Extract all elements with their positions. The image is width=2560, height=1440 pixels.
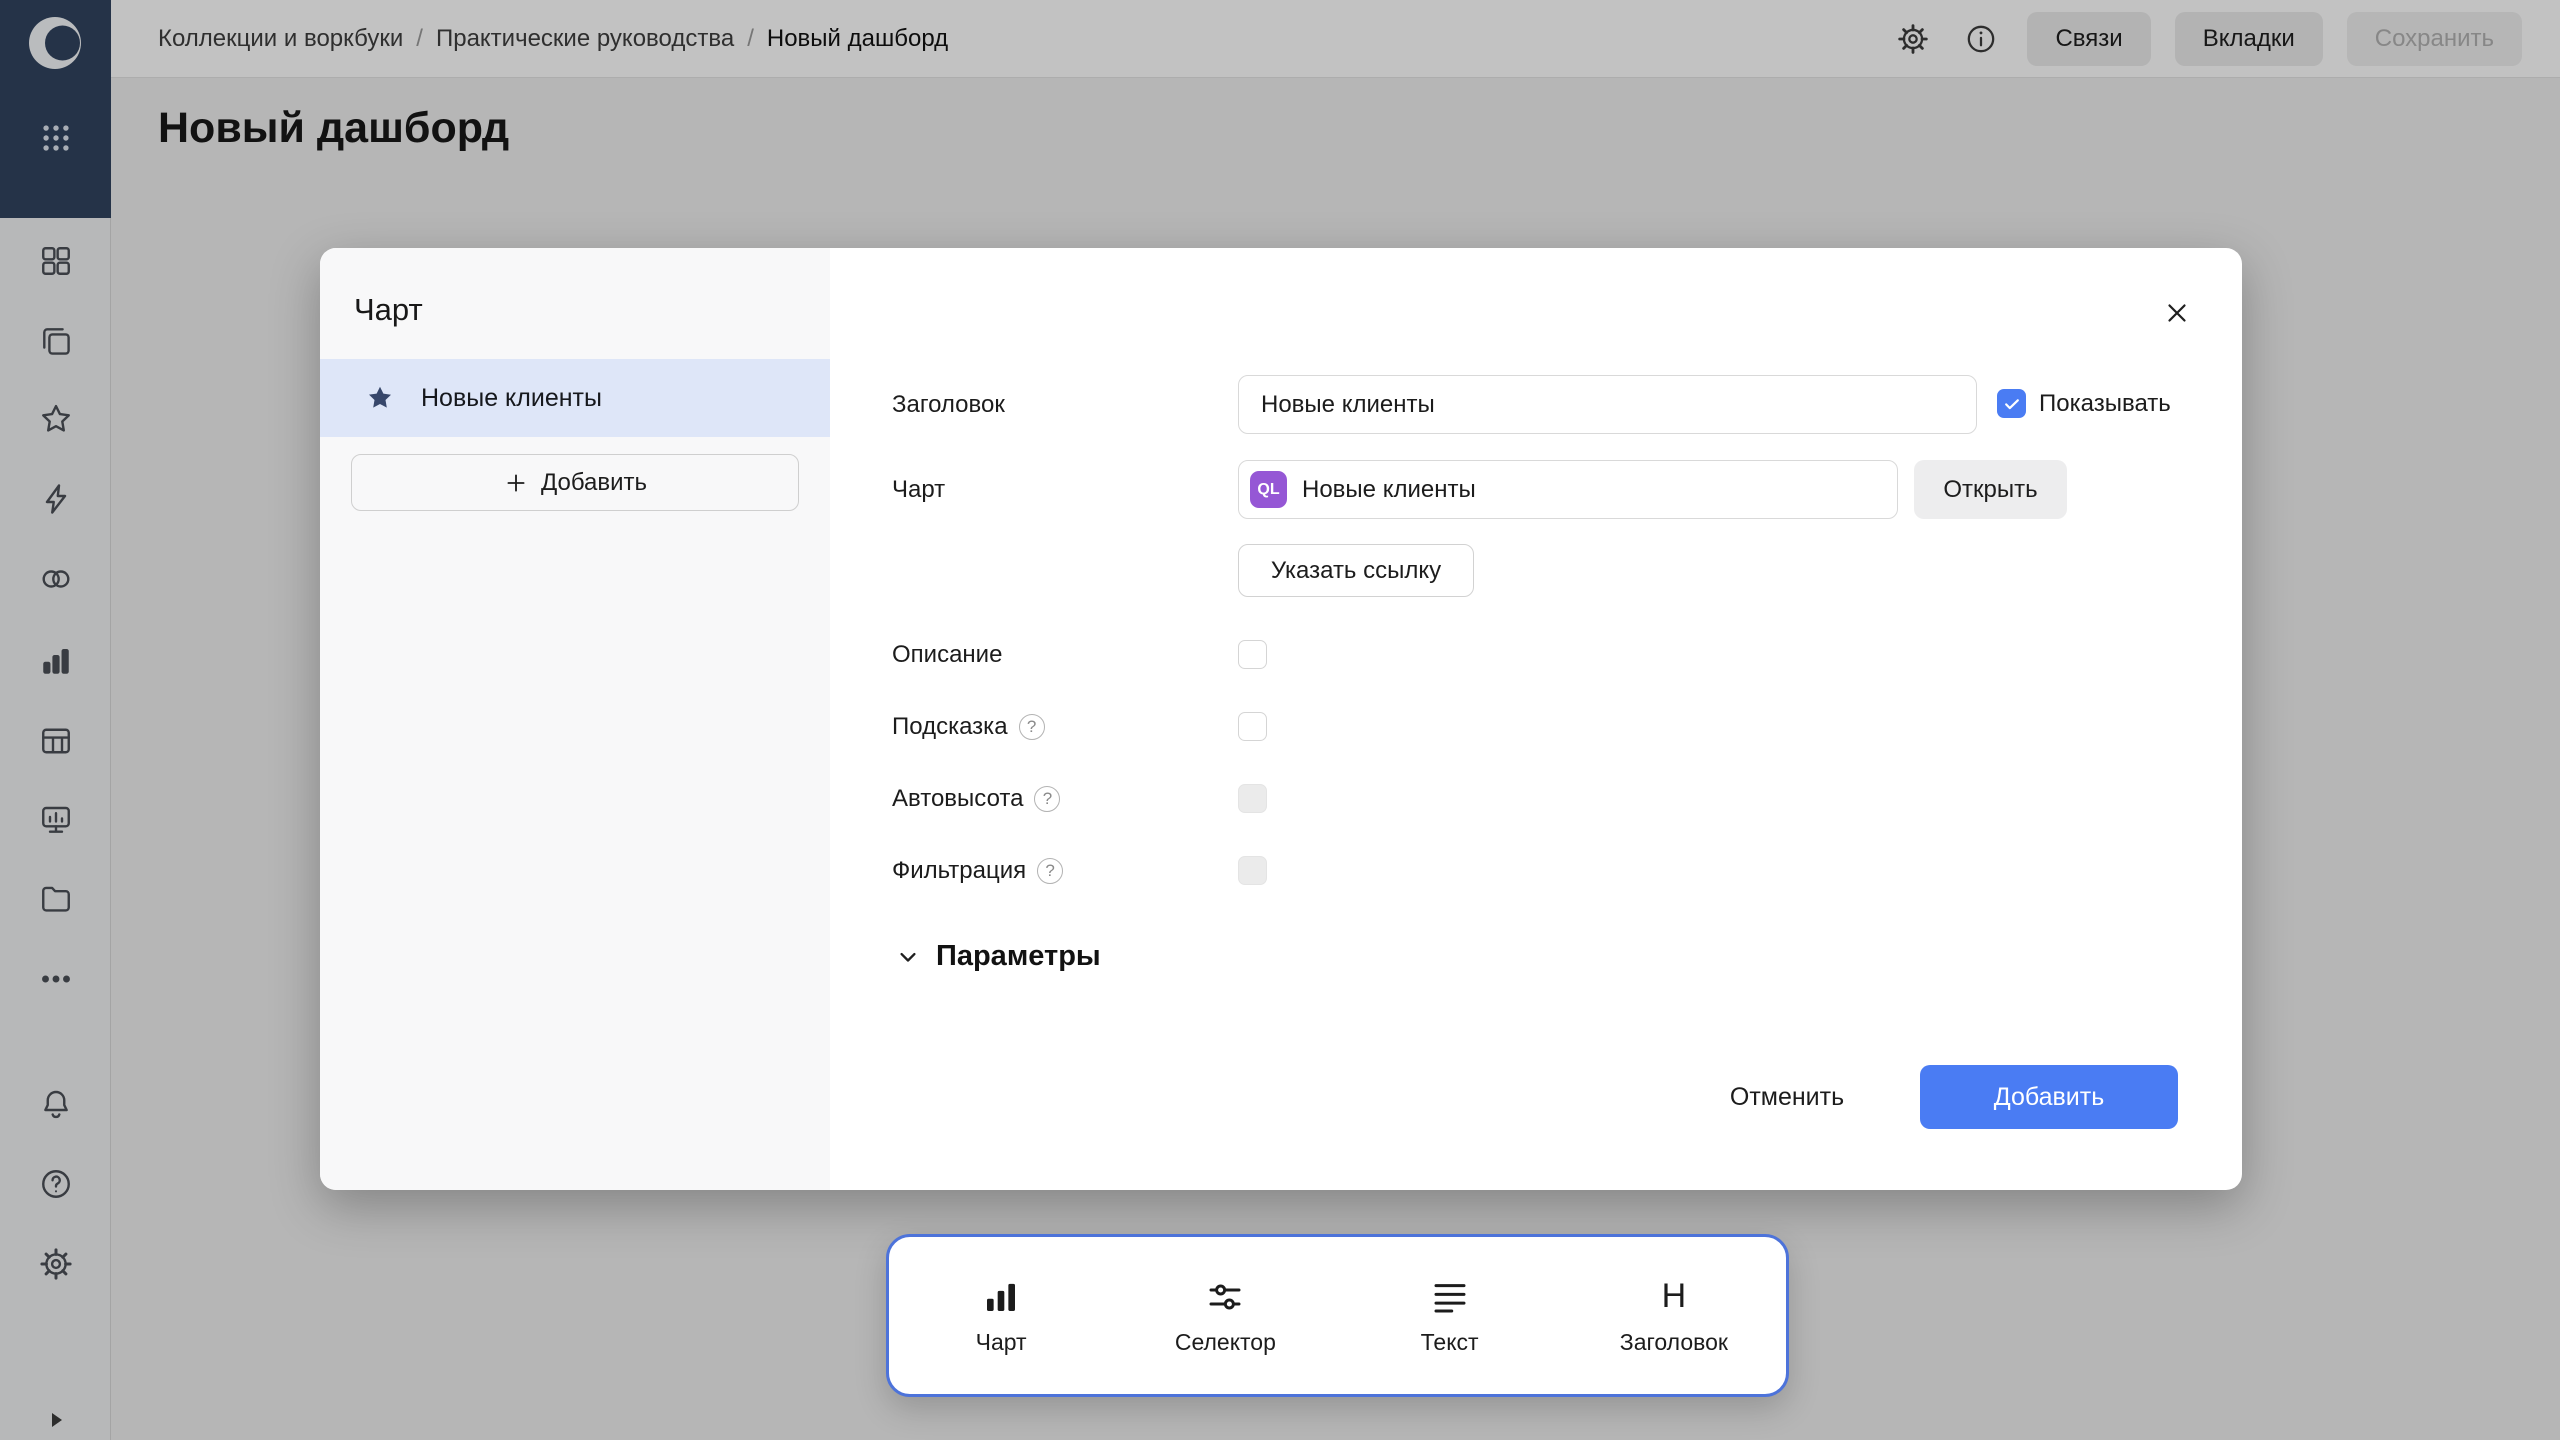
title-input[interactable] [1238,375,1977,434]
toolbar-item-text[interactable]: Текст [1338,1237,1562,1394]
description-label: Описание [892,638,1002,672]
show-title-checkbox[interactable] [1997,389,2026,418]
plus-icon [503,470,529,496]
add-widget-button[interactable]: Добавить [1920,1065,2178,1129]
dialog-title: Чарт [354,292,423,328]
chart-select-value: Новые клиенты [1302,476,1476,504]
show-title-control: Показывать [1997,389,2171,418]
chart-select-field[interactable]: QL Новые клиенты [1238,460,1898,519]
toolbar-item-chart[interactable]: Чарт [889,1237,1113,1394]
params-section-toggle[interactable]: Параметры [894,940,1101,973]
filtering-label: Фильтрация ? [892,854,1063,888]
widget-toolbar: Чарт Селектор Текст H Заголовок [886,1234,1789,1397]
hint-question-icon[interactable]: ? [1019,714,1045,740]
cancel-button[interactable]: Отменить [1694,1065,1880,1129]
description-checkbox[interactable] [1238,640,1267,669]
check-icon [2002,394,2022,414]
selector-icon [1204,1276,1246,1318]
autoheight-question-icon[interactable]: ? [1034,786,1060,812]
hint-checkbox[interactable] [1238,712,1267,741]
text-icon [1429,1276,1471,1318]
toolbar-item-selector[interactable]: Селектор [1113,1237,1337,1394]
show-title-label: Показывать [2039,390,2171,418]
widget-tab-label: Новые клиенты [421,384,602,413]
dialog-tabs-panel: Чарт Новые клиенты Добавить [320,248,830,1190]
heading-icon: H [1662,1276,1687,1318]
chart-icon [980,1276,1022,1318]
close-icon[interactable] [2154,290,2200,336]
hint-label: Подсказка ? [892,710,1045,744]
filtering-checkbox[interactable] [1238,856,1267,885]
params-section-label: Параметры [936,940,1101,973]
star-icon [365,383,395,413]
open-chart-button[interactable]: Открыть [1914,460,2067,519]
toolbar-item-heading[interactable]: H Заголовок [1562,1237,1786,1394]
chart-widget-dialog: Чарт Новые клиенты Добавить Заголовок По… [320,248,2242,1190]
title-label: Заголовок [892,375,1005,434]
autoheight-label: Автовысота ? [892,782,1060,816]
ql-badge: QL [1250,471,1287,508]
add-tab-button[interactable]: Добавить [351,454,799,511]
chart-label: Чарт [892,460,945,519]
chevron-down-icon [894,943,922,971]
filtering-question-icon[interactable]: ? [1037,858,1063,884]
autoheight-checkbox[interactable] [1238,784,1267,813]
widget-tab-item[interactable]: Новые клиенты [320,359,830,437]
specify-link-button[interactable]: Указать ссылку [1238,544,1474,597]
